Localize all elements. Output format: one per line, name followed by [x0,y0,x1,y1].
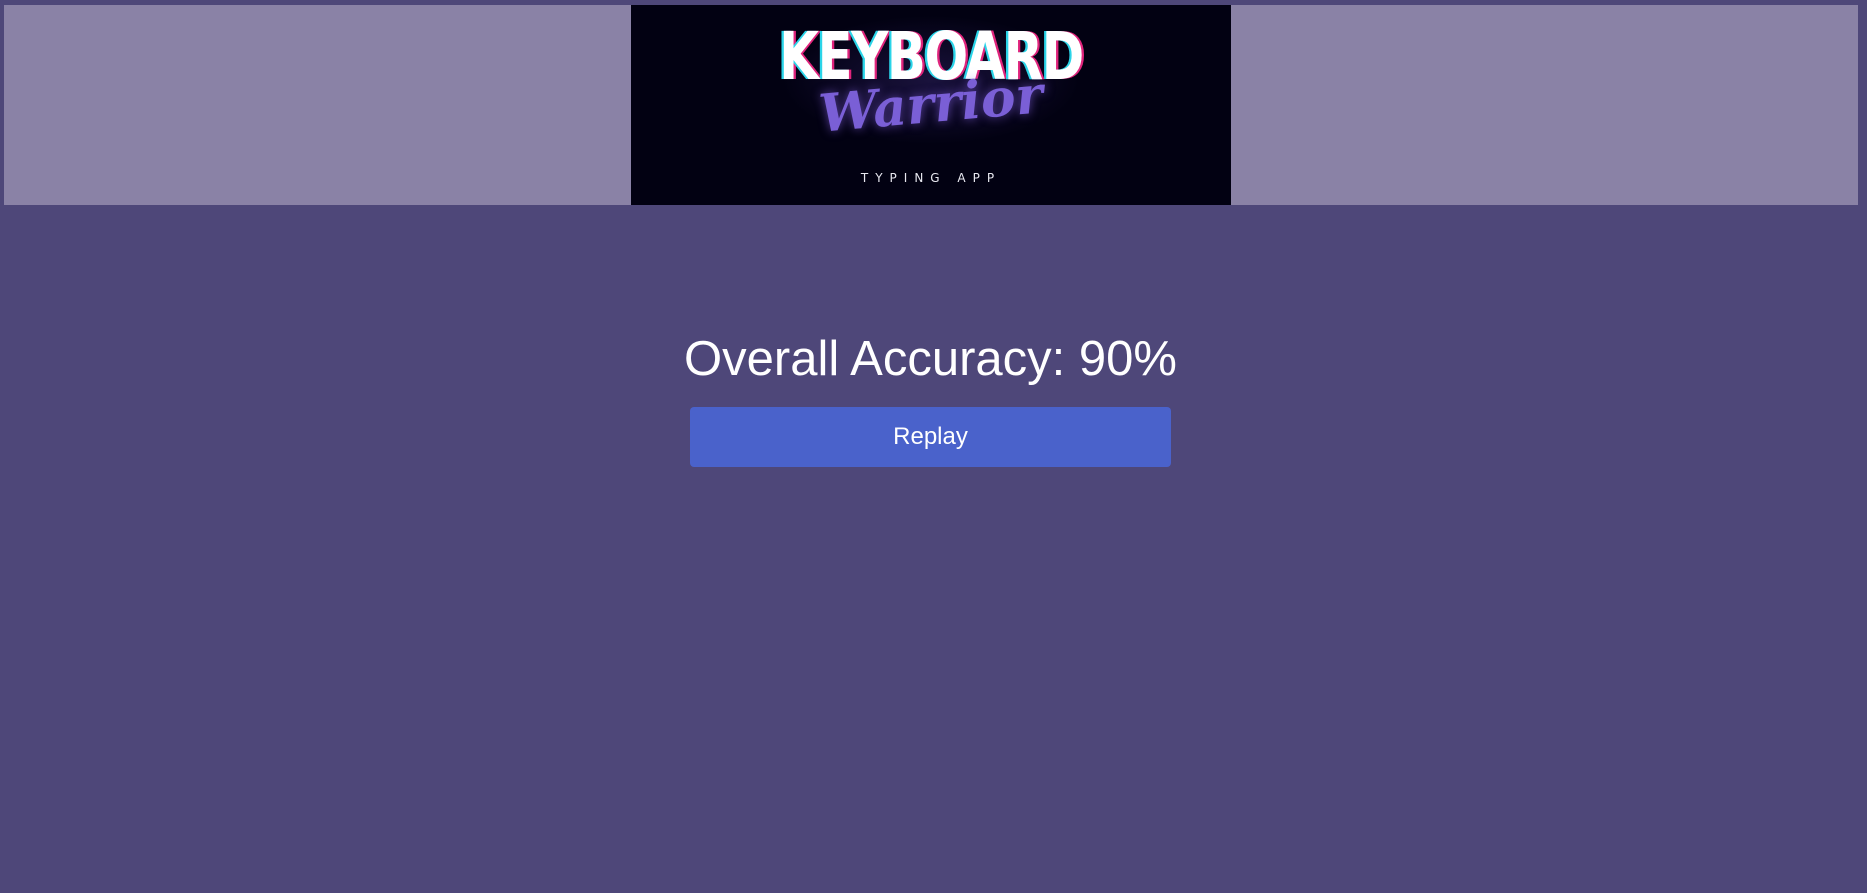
overall-accuracy-heading: Overall Accuracy: 90% [684,332,1177,386]
replay-button[interactable]: Replay [690,407,1171,467]
logo-subtitle: TYPING APP [860,171,1002,185]
app-logo-banner: KEYBOARD Warrior TYPING APP [631,5,1231,205]
